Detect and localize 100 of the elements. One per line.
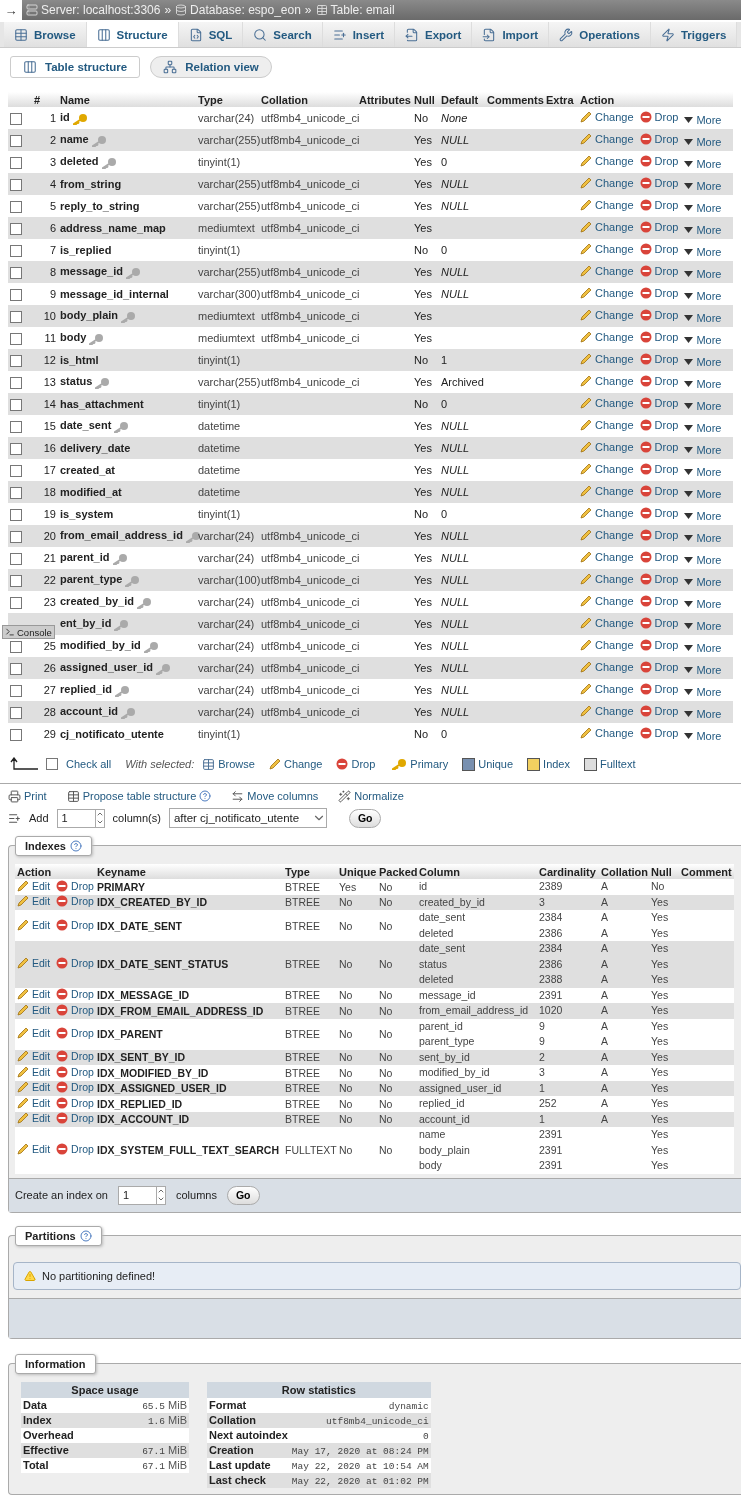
row-checkbox[interactable]	[10, 332, 22, 345]
drop-link[interactable]: Drop	[56, 895, 94, 908]
bulk-action-link[interactable]: Drop	[336, 758, 376, 770]
breadcrumb-link[interactable]: Server: localhost:3306	[26, 3, 161, 17]
more-link[interactable]: More	[684, 377, 722, 390]
tab[interactable]: Search	[243, 22, 323, 47]
edit-link[interactable]: Change	[580, 154, 634, 167]
drop-link[interactable]: Drop	[639, 682, 679, 695]
drop-link[interactable]: Drop	[56, 1065, 94, 1078]
tab[interactable]: Structure	[86, 22, 179, 47]
drop-link[interactable]: Drop	[639, 704, 679, 717]
edit-link[interactable]: Change	[580, 462, 634, 475]
tab[interactable]: Import	[472, 22, 550, 47]
more-link[interactable]: More	[684, 509, 722, 522]
drop-link[interactable]: Drop	[56, 879, 94, 892]
more-link[interactable]: More	[684, 685, 722, 698]
edit-link[interactable]: Change	[580, 396, 634, 409]
help-icon[interactable]	[69, 840, 82, 852]
edit-link[interactable]: Edit	[17, 879, 51, 892]
drop-link[interactable]: Drop	[639, 572, 679, 585]
bulk-action-link[interactable]: Fulltext	[584, 757, 636, 771]
tab[interactable]: Operations	[549, 22, 651, 47]
row-checkbox[interactable]	[10, 398, 22, 411]
more-link[interactable]: More	[684, 553, 722, 566]
column-count-field[interactable]: 1	[117, 1185, 166, 1205]
drop-link[interactable]: Drop	[56, 957, 94, 970]
drop-link[interactable]: Drop	[56, 1096, 94, 1109]
count-field[interactable]: 1	[56, 808, 105, 828]
check-all-checkbox[interactable]	[46, 758, 58, 770]
more-link[interactable]: More	[684, 179, 722, 192]
tab[interactable]: Insert	[322, 22, 395, 47]
row-checkbox[interactable]	[10, 596, 22, 609]
row-checkbox[interactable]	[10, 266, 22, 279]
drop-link[interactable]: Drop	[639, 418, 679, 431]
help-icon[interactable]	[199, 790, 212, 802]
drop-link[interactable]: Drop	[639, 154, 679, 167]
bulk-action-link[interactable]: Primary	[389, 758, 449, 770]
edit-link[interactable]: Edit	[17, 1112, 51, 1125]
help-icon[interactable]	[79, 1229, 92, 1242]
console-button[interactable]: Console	[2, 625, 55, 639]
drop-link[interactable]: Drop	[56, 1003, 94, 1016]
drop-link[interactable]: Drop	[639, 396, 679, 409]
row-checkbox[interactable]	[10, 178, 22, 191]
more-link[interactable]: More	[684, 707, 722, 720]
row-checkbox[interactable]	[10, 552, 22, 565]
drop-link[interactable]: Drop	[639, 616, 679, 629]
row-checkbox[interactable]	[10, 112, 22, 125]
more-link[interactable]: More	[684, 245, 722, 258]
more-link[interactable]: More	[684, 619, 722, 632]
row-checkbox[interactable]	[10, 156, 22, 169]
row-checkbox[interactable]	[10, 222, 22, 235]
row-checkbox[interactable]	[10, 508, 22, 521]
edit-link[interactable]: Change	[580, 330, 634, 343]
check-all-link[interactable]: Check all	[66, 758, 112, 770]
row-checkbox[interactable]	[10, 200, 22, 213]
more-link[interactable]: More	[684, 333, 722, 346]
edit-link[interactable]: Change	[580, 682, 634, 695]
edit-link[interactable]: Change	[580, 660, 634, 673]
more-link[interactable]: More	[684, 223, 722, 236]
drop-link[interactable]: Drop	[639, 726, 679, 739]
edit-link[interactable]: Change	[580, 638, 634, 651]
go-button[interactable]: Go	[226, 1185, 260, 1205]
edit-link[interactable]: Change	[580, 286, 634, 299]
drop-link[interactable]: Drop	[639, 528, 679, 541]
edit-link[interactable]: Edit	[17, 1065, 51, 1078]
edit-link[interactable]: Edit	[17, 1003, 51, 1016]
edit-link[interactable]: Change	[580, 440, 634, 453]
row-checkbox[interactable]	[10, 288, 22, 301]
drop-link[interactable]: Drop	[639, 198, 679, 211]
more-link[interactable]: More	[684, 597, 722, 610]
drop-link[interactable]: Drop	[639, 220, 679, 233]
edit-link[interactable]: Change	[580, 264, 634, 277]
drop-link[interactable]: Drop	[56, 1143, 94, 1156]
bulk-action-link[interactable]: Unique	[462, 757, 514, 771]
row-checkbox[interactable]	[10, 684, 22, 697]
drop-link[interactable]: Drop	[56, 1050, 94, 1063]
drop-link[interactable]: Drop	[639, 462, 679, 475]
tab[interactable]: Export	[395, 22, 473, 47]
drop-link[interactable]: Drop	[639, 132, 679, 145]
row-checkbox[interactable]	[10, 464, 22, 477]
drop-link[interactable]: Drop	[639, 506, 679, 519]
row-checkbox[interactable]	[10, 354, 22, 367]
row-checkbox[interactable]	[10, 310, 22, 323]
drop-link[interactable]: Drop	[639, 638, 679, 651]
row-checkbox[interactable]	[10, 574, 22, 587]
toolbar-link[interactable]: Propose table structure	[66, 789, 212, 803]
drop-link[interactable]: Drop	[639, 374, 679, 387]
go-button[interactable]: Go	[348, 808, 382, 828]
edit-link[interactable]: Change	[580, 528, 634, 541]
drop-link[interactable]: Drop	[639, 440, 679, 453]
more-link[interactable]: More	[684, 531, 722, 544]
edit-link[interactable]: Edit	[17, 1081, 51, 1094]
bulk-action-link[interactable]: Index	[527, 757, 570, 771]
row-checkbox[interactable]	[10, 728, 22, 741]
more-link[interactable]: More	[684, 157, 722, 170]
more-link[interactable]: More	[684, 311, 722, 324]
position-select[interactable]: after cj_notificato_utente	[168, 808, 327, 828]
more-link[interactable]: More	[684, 443, 722, 456]
drop-link[interactable]: Drop	[639, 242, 679, 255]
bulk-action-link[interactable]: Change	[268, 758, 323, 770]
